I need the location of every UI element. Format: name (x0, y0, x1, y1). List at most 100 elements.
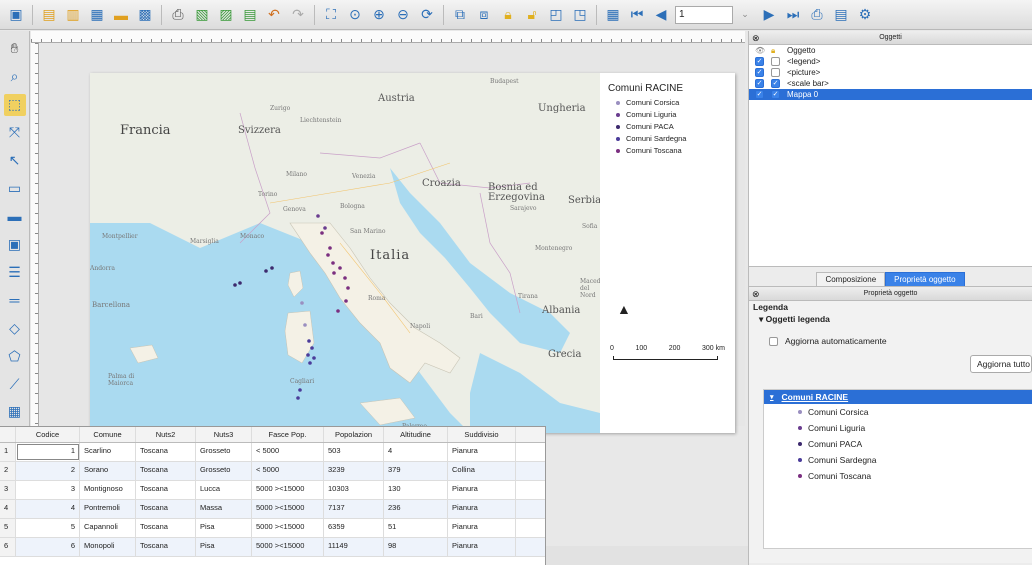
cell-sudd[interactable]: Pianura (448, 519, 516, 537)
cell-nuts2[interactable]: Toscana (136, 519, 196, 537)
object-row[interactable]: ✓ ✓ <scale bar> (749, 78, 1032, 89)
cell-nuts2[interactable]: Toscana (136, 462, 196, 480)
cell-alt[interactable]: 130 (384, 481, 448, 499)
collapse-arrow-icon[interactable]: ▾ (759, 314, 766, 324)
export-pdf-icon[interactable]: ▤ (240, 5, 260, 25)
cell-sudd[interactable]: Pianura (448, 481, 516, 499)
cell-nuts2[interactable]: Toscana (136, 500, 196, 518)
duplicate-layout-icon[interactable]: ▥ (63, 5, 83, 25)
tree-item[interactable]: Comuni Toscana (764, 468, 1032, 484)
north-arrow-icon[interactable]: ▲ (617, 301, 631, 317)
col-header[interactable]: Comune (80, 427, 136, 442)
cell-comune[interactable]: Montignoso (80, 481, 136, 499)
table-row[interactable]: 3 3 Montignoso Toscana Lucca 5000 ><1500… (0, 481, 545, 500)
export-image-icon[interactable]: ▧ (192, 5, 212, 25)
undo-icon[interactable]: ↶ (264, 5, 284, 25)
col-header[interactable]: Fasce Pop. (252, 427, 324, 442)
row-number[interactable]: 4 (0, 500, 16, 518)
print-icon[interactable]: ⎙ (168, 5, 188, 25)
last-feature-icon[interactable]: ⏭ (783, 5, 803, 25)
tab-proprieta-oggetto[interactable]: Proprietà oggetto (885, 272, 965, 286)
cell-fasce[interactable]: 5000 ><15000 (252, 481, 324, 499)
cell-comune[interactable]: Sorano (80, 462, 136, 480)
cell-comune[interactable]: Capannoli (80, 519, 136, 537)
add-polygon-icon[interactable]: ⬠ (4, 345, 26, 367)
cell-alt[interactable]: 236 (384, 500, 448, 518)
cell-pop[interactable]: 10303 (324, 481, 384, 499)
table-row[interactable]: 5 5 Capannoli Toscana Pisa 5000 ><15000 … (0, 519, 545, 538)
cell-sudd[interactable]: Collina (448, 462, 516, 480)
atlas-icon[interactable]: ▦ (603, 5, 623, 25)
close-icon[interactable]: ⊗ (752, 31, 760, 45)
cell-pop[interactable]: 7137 (324, 500, 384, 518)
col-header[interactable]: Popolazion (324, 427, 384, 442)
previous-feature-icon[interactable]: ◀ (651, 5, 671, 25)
close-icon[interactable]: ⊗ (752, 287, 760, 301)
cell-alt[interactable]: 98 (384, 538, 448, 556)
cell-alt[interactable]: 379 (384, 462, 448, 480)
cell-codice[interactable]: 2 (16, 462, 80, 480)
cell-alt[interactable]: 4 (384, 443, 448, 461)
row-number[interactable]: 1 (0, 443, 16, 461)
export-svg-icon[interactable]: ▨ (216, 5, 236, 25)
add-legend-icon[interactable]: ☰ (4, 261, 26, 283)
tab-composizione[interactable]: Composizione (816, 272, 886, 286)
cell-pop[interactable]: 503 (324, 443, 384, 461)
zoom-100-icon[interactable]: ⊙ (345, 5, 365, 25)
visibility-checkbox[interactable]: ✓ (755, 79, 764, 88)
group-icon[interactable]: ⧉ (450, 5, 470, 25)
cell-sudd[interactable]: Pianura (448, 443, 516, 461)
dropdown-arrow-icon[interactable]: ⌄ (735, 5, 755, 25)
lock-checkbox[interactable]: ✓ (771, 90, 780, 99)
cell-pop[interactable]: 11149 (324, 538, 384, 556)
table-row[interactable]: 2 2 Sorano Toscana Grosseto < 5000 3239 … (0, 462, 545, 481)
cell-comune[interactable]: Monopoli (80, 538, 136, 556)
atlas-page-input[interactable]: 1 (675, 5, 733, 24)
tree-item[interactable]: Comuni Corsica (764, 404, 1032, 420)
col-header[interactable]: Nuts3 (196, 427, 252, 442)
attribute-table[interactable]: Codice Comune Nuts2 Nuts3 Fasce Pop. Pop… (0, 426, 546, 565)
lower-icon[interactable]: ◳ (570, 5, 590, 25)
col-header[interactable]: Altitudine (384, 427, 448, 442)
cell-nuts3[interactable]: Grosseto (196, 462, 252, 480)
row-number[interactable]: 6 (0, 538, 16, 556)
cell-comune[interactable]: Pontremoli (80, 500, 136, 518)
object-row-selected[interactable]: ✓ ✓ Mappa 0 (749, 89, 1032, 100)
map-item[interactable]: Francia Svizzera Austria Ungheria Croazi… (90, 73, 600, 433)
cell-nuts2[interactable]: Toscana (136, 443, 196, 461)
cell-nuts3[interactable]: Pisa (196, 519, 252, 537)
cell-fasce[interactable]: 5000 ><15000 (252, 500, 324, 518)
cell-fasce[interactable]: < 5000 (252, 462, 324, 480)
new-layout-icon[interactable]: ▤ (39, 5, 59, 25)
lock-icon[interactable]: 🔒︎ (498, 5, 518, 25)
col-header[interactable]: Codice (16, 427, 80, 442)
cell-codice[interactable]: 1 (16, 443, 80, 461)
cell-codice[interactable]: 3 (16, 481, 80, 499)
add-picture-icon[interactable]: ▬ (4, 206, 26, 228)
tree-item[interactable]: Comuni Sardegna (764, 452, 1032, 468)
pan-icon[interactable]: ✋︎ (4, 38, 26, 60)
atlas-print-icon[interactable]: ⎙ (807, 5, 827, 25)
next-feature-icon[interactable]: ▶ (759, 5, 779, 25)
lock-checkbox[interactable] (771, 68, 780, 77)
table-row[interactable]: 4 4 Pontremoli Toscana Massa 5000 ><1500… (0, 500, 545, 519)
layout-canvas[interactable]: Francia Svizzera Austria Ungheria Croazi… (40, 43, 745, 433)
cell-nuts2[interactable]: Toscana (136, 538, 196, 556)
edit-nodes-icon[interactable]: ↖ (4, 150, 26, 172)
cell-nuts3[interactable]: Pisa (196, 538, 252, 556)
add-polyline-icon[interactable]: ⟋ (4, 373, 26, 395)
cell-codice[interactable]: 5 (16, 519, 80, 537)
cell-pop[interactable]: 6359 (324, 519, 384, 537)
cell-fasce[interactable]: 5000 ><15000 (252, 538, 324, 556)
col-header[interactable]: Suddivisio (448, 427, 516, 442)
add-table-icon[interactable]: ▦ (4, 401, 26, 423)
unlock-icon[interactable]: 🔓︎ (522, 5, 542, 25)
add-label-icon[interactable]: ▣ (4, 233, 26, 255)
tree-root[interactable]: ▾ Comuni RACINE (764, 390, 1032, 404)
lock-checkbox[interactable]: ✓ (771, 79, 780, 88)
auto-update-checkbox[interactable] (769, 336, 778, 346)
ungroup-icon[interactable]: ⧈ (474, 5, 494, 25)
cell-nuts2[interactable]: Toscana (136, 481, 196, 499)
cell-nuts3[interactable]: Lucca (196, 481, 252, 499)
cell-sudd[interactable]: Pianura (448, 538, 516, 556)
